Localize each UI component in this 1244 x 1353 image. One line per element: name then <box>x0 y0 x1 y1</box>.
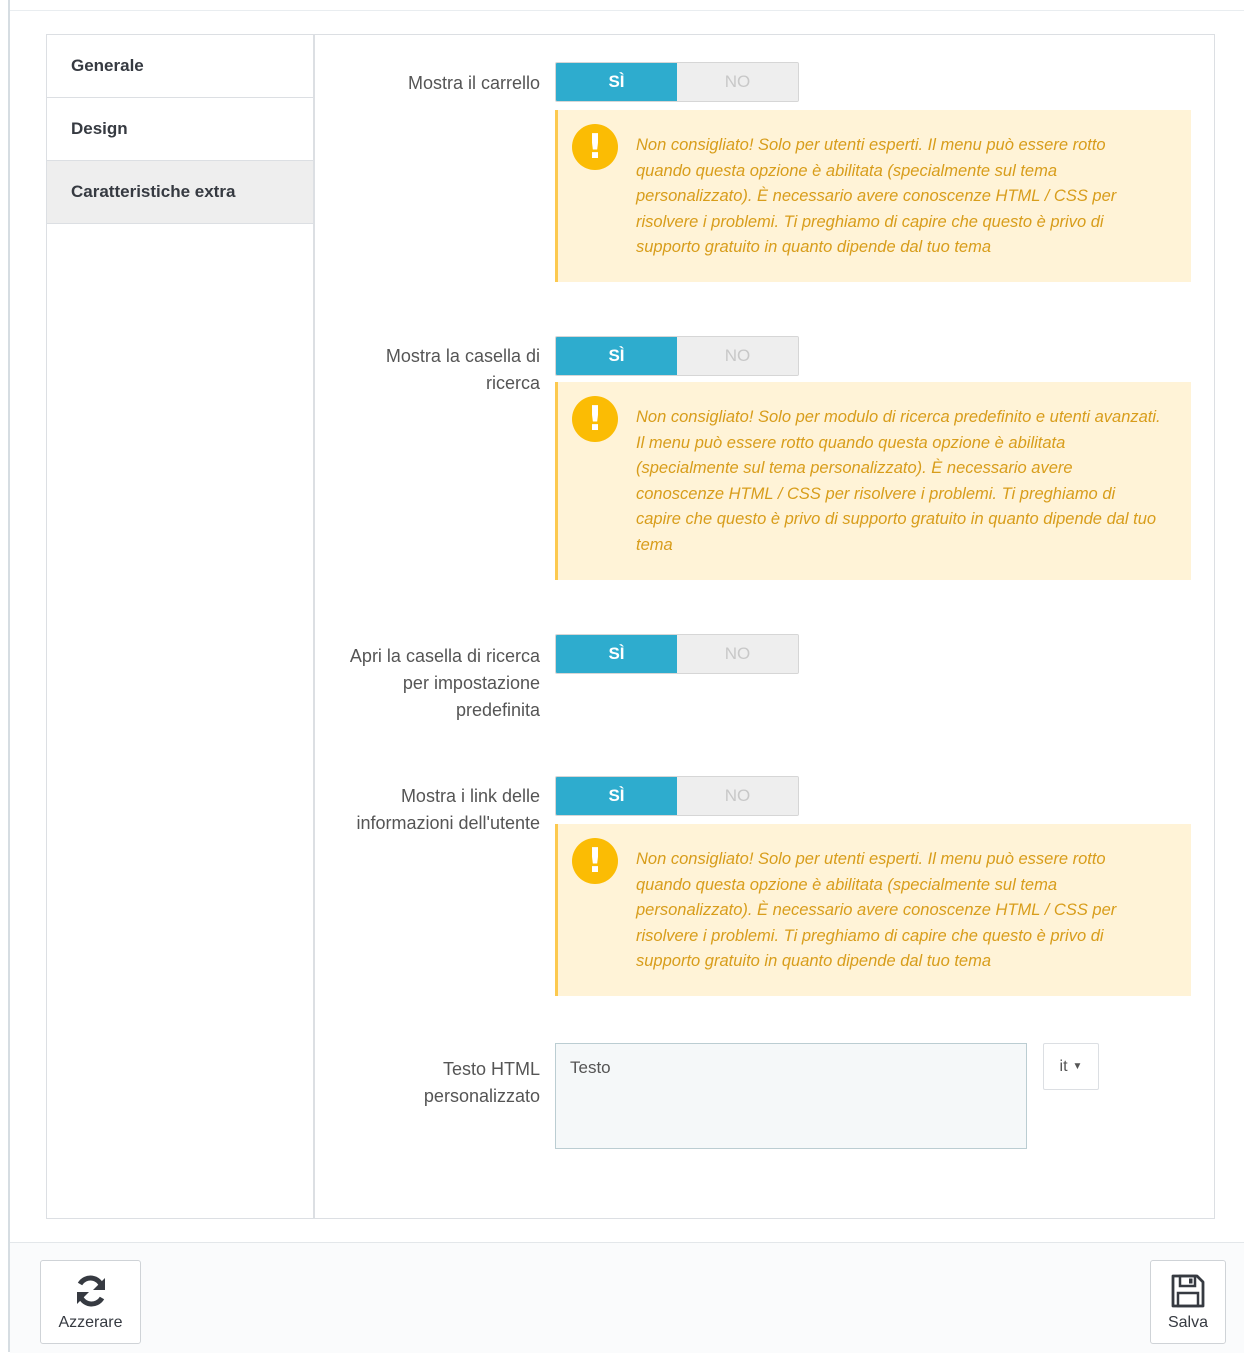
setting-label-show-user-info-links: Mostra i link delle informazioni dell'ut… <box>356 786 540 833</box>
save-button[interactable]: Salva <box>1150 1260 1226 1344</box>
page-left-border <box>8 0 10 1352</box>
sidebar-item-label: Generale <box>71 56 144 75</box>
reset-button-label: Azzerare <box>58 1314 123 1331</box>
refresh-icon <box>71 1272 111 1310</box>
save-button-label: Salva <box>1167 1314 1209 1331</box>
exclamation-icon: ! <box>572 396 618 442</box>
caret-down-icon: ▼ <box>1072 1061 1083 1072</box>
warning-text: Non consigliato! Solo per utenti esperti… <box>636 136 1117 256</box>
custom-html-textarea[interactable]: Testo <box>555 1043 1027 1149</box>
show-cart-toggle: SÌ NO <box>555 62 799 102</box>
open-search-default-no-option[interactable]: NO <box>677 635 798 673</box>
show-search-no-option[interactable]: NO <box>677 337 798 375</box>
language-dropdown-label: it <box>1059 1057 1068 1075</box>
sidebar-item-label: Design <box>71 119 128 138</box>
page-top-divider <box>10 10 1244 11</box>
reset-button[interactable]: Azzerare <box>40 1260 141 1344</box>
settings-sidebar: Generale Design Caratteristiche extra <box>47 35 315 1218</box>
show-cart-warning: ! Non consigliato! Solo per utenti esper… <box>555 110 1191 282</box>
open-search-default-toggle: SÌ NO <box>555 634 799 674</box>
panel-footer <box>10 1242 1244 1353</box>
show-cart-yes-option[interactable]: SÌ <box>556 63 677 101</box>
show-search-warning: ! Non consigliato! Solo per modulo di ri… <box>555 382 1191 580</box>
sidebar-item-caratteristiche-extra[interactable]: Caratteristiche extra <box>47 161 313 224</box>
show-search-yes-option[interactable]: SÌ <box>556 337 677 375</box>
floppy-disk-icon <box>1170 1272 1206 1310</box>
show-search-toggle: SÌ NO <box>555 336 799 376</box>
show-user-info-links-warning: ! Non consigliato! Solo per utenti esper… <box>555 824 1191 996</box>
setting-label-show-cart: Mostra il carrello <box>407 73 540 93</box>
setting-label-custom-html: Testo HTML personalizzato <box>423 1059 540 1106</box>
sidebar-item-label: Caratteristiche extra <box>71 182 236 201</box>
exclamation-icon: ! <box>572 124 618 170</box>
warning-text: Non consigliato! Solo per modulo di rice… <box>636 408 1161 554</box>
show-user-info-links-toggle: SÌ NO <box>555 776 799 816</box>
warning-text: Non consigliato! Solo per utenti esperti… <box>636 850 1117 970</box>
sidebar-item-design[interactable]: Design <box>47 98 313 161</box>
show-user-info-links-yes-option[interactable]: SÌ <box>556 777 677 815</box>
show-user-info-links-no-option[interactable]: NO <box>677 777 798 815</box>
sidebar-item-generale[interactable]: Generale <box>47 35 313 98</box>
setting-label-show-search: Mostra la casella di ricerca <box>385 346 540 393</box>
exclamation-icon: ! <box>572 838 618 884</box>
setting-label-open-search-default: Apri la casella di ricerca per impostazi… <box>349 646 540 720</box>
open-search-default-yes-option[interactable]: SÌ <box>556 635 677 673</box>
language-dropdown[interactable]: it ▼ <box>1043 1043 1099 1090</box>
show-cart-no-option[interactable]: NO <box>677 63 798 101</box>
